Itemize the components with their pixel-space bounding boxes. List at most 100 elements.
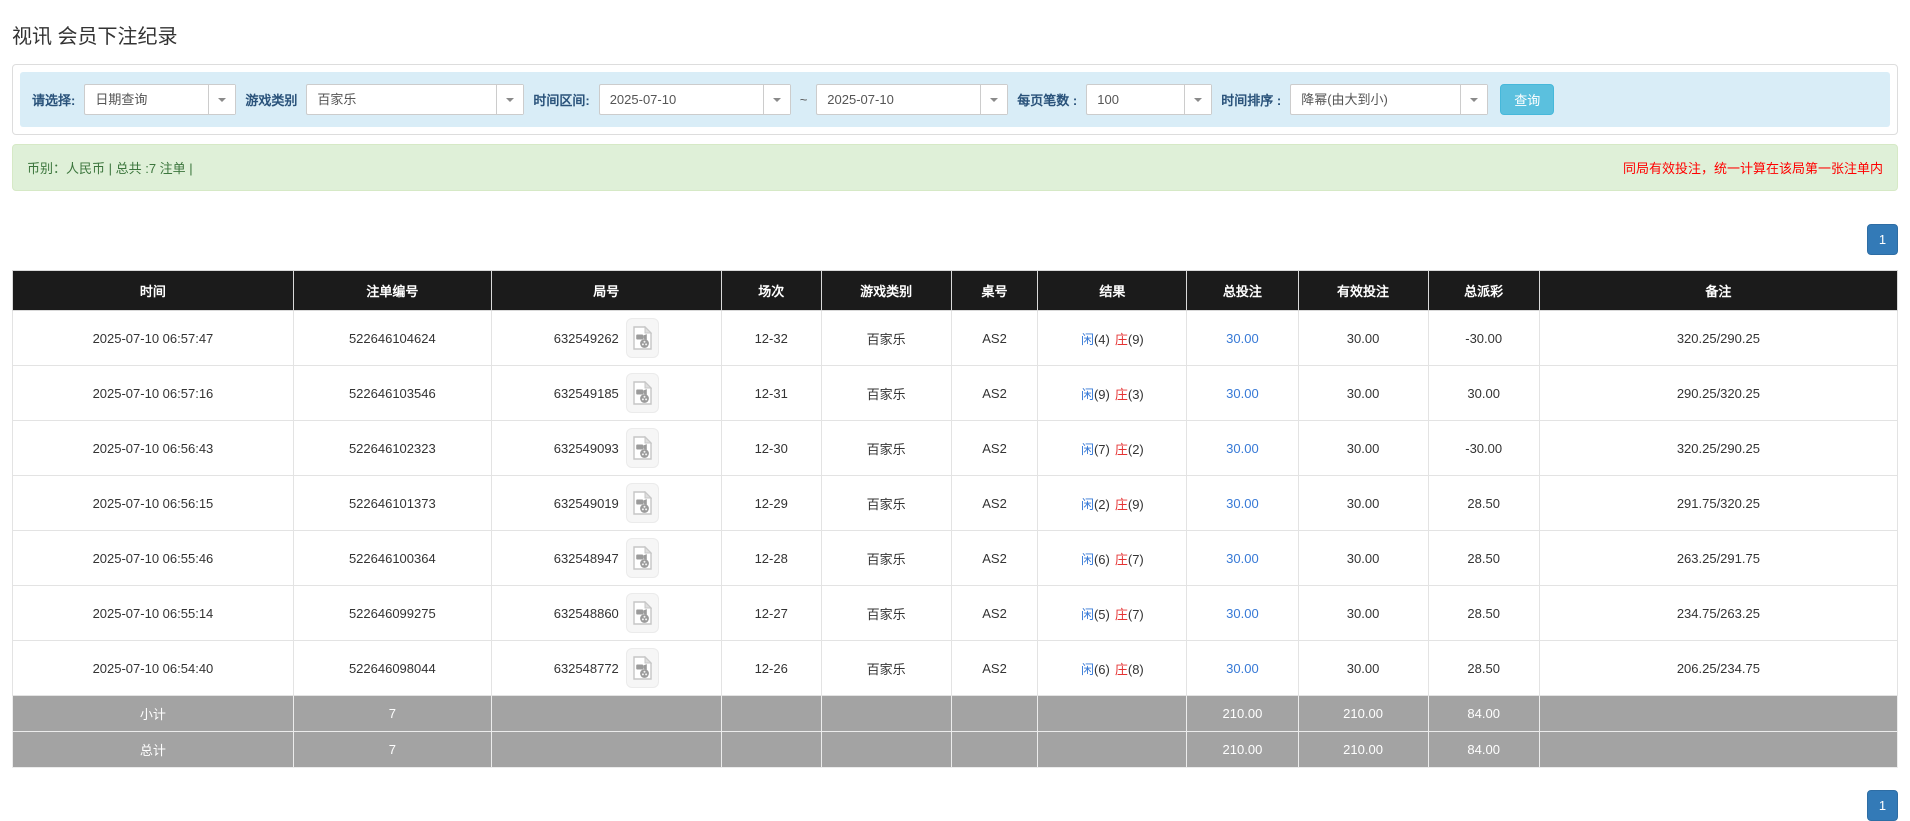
summary-empty <box>491 696 721 732</box>
page-button-1[interactable]: 1 <box>1867 790 1898 821</box>
cell-bet-id: 522646104624 <box>293 311 491 366</box>
header-table-no: 桌号 <box>951 271 1038 311</box>
result-banker-label: 庄 <box>1115 332 1128 347</box>
table-row: 2025-07-10 06:56:15 522646101373 6325490… <box>13 476 1898 531</box>
cell-table-no: AS2 <box>951 641 1038 696</box>
video-playback-button[interactable] <box>626 593 659 633</box>
cell-result: 闲(4)庄(9) <box>1038 311 1187 366</box>
time-order-select[interactable]: 降幂(由大到小) <box>1290 84 1488 115</box>
result-player-score: (2) <box>1094 497 1110 512</box>
table-row: 2025-07-10 06:55:46 522646100364 6325489… <box>13 531 1898 586</box>
cell-bet-id: 522646098044 <box>293 641 491 696</box>
total-bet-link[interactable]: 30.00 <box>1226 386 1259 401</box>
total-bet-link[interactable]: 30.00 <box>1226 606 1259 621</box>
cell-bet-id: 522646103546 <box>293 366 491 421</box>
total-bet-link[interactable]: 30.00 <box>1226 661 1259 676</box>
cell-result: 闲(5)庄(7) <box>1038 586 1187 641</box>
summary-row: 小计 7 210.00 210.00 84.00 <box>13 696 1898 732</box>
chevron-down-icon <box>1460 85 1487 114</box>
video-playback-button[interactable] <box>626 318 659 358</box>
chevron-down-icon <box>980 85 1007 114</box>
header-remark: 备注 <box>1539 271 1897 311</box>
cell-total-bet: 30.00 <box>1187 421 1298 476</box>
search-button[interactable]: 查询 <box>1500 84 1554 115</box>
result-banker-score: (7) <box>1128 552 1144 567</box>
page-button-1[interactable]: 1 <box>1867 224 1898 255</box>
cell-total-bet: 30.00 <box>1187 366 1298 421</box>
summary-total-bet: 210.00 <box>1187 696 1298 732</box>
summary-row-label: 小计 <box>13 696 294 732</box>
cell-payout: 28.50 <box>1428 531 1539 586</box>
game-type-select[interactable]: 百家乐 <box>306 84 524 115</box>
cell-payout: -30.00 <box>1428 421 1539 476</box>
cell-time: 2025-07-10 06:55:46 <box>13 531 294 586</box>
video-playback-button[interactable] <box>626 373 659 413</box>
cell-valid-bet: 30.00 <box>1298 311 1428 366</box>
query-mode-select[interactable]: 日期查询 <box>84 84 236 115</box>
summary-payout: 84.00 <box>1428 696 1539 732</box>
round-number: 632549093 <box>554 441 619 456</box>
chevron-down-icon <box>1184 85 1211 114</box>
cell-table-no: AS2 <box>951 586 1038 641</box>
date-to-select[interactable]: 2025-07-10 <box>816 84 1008 115</box>
cell-total-bet: 30.00 <box>1187 586 1298 641</box>
cell-valid-bet: 30.00 <box>1298 641 1428 696</box>
result-banker-label: 庄 <box>1115 552 1128 567</box>
table-row: 2025-07-10 06:54:40 522646098044 6325487… <box>13 641 1898 696</box>
cell-round-no: 632548772 <box>491 641 721 696</box>
total-bet-link[interactable]: 30.00 <box>1226 496 1259 511</box>
game-type-value: 百家乐 <box>307 85 496 114</box>
video-playback-button[interactable] <box>626 648 659 688</box>
cell-session: 12-27 <box>721 586 821 641</box>
time-range-label: 时间区间: <box>533 90 589 109</box>
table-row: 2025-07-10 06:55:14 522646099275 6325488… <box>13 586 1898 641</box>
cell-valid-bet: 30.00 <box>1298 476 1428 531</box>
result-banker-score: (3) <box>1128 387 1144 402</box>
game-type-label: 游戏类别 <box>245 90 297 109</box>
header-time: 时间 <box>13 271 294 311</box>
film-document-icon <box>633 546 652 570</box>
summary-empty <box>951 732 1038 768</box>
total-bet-link[interactable]: 30.00 <box>1226 551 1259 566</box>
summary-empty <box>1038 732 1187 768</box>
currency-summary-text: 币别：人民币 | 总共 :7 注单 | <box>27 158 193 177</box>
total-bet-link[interactable]: 30.00 <box>1226 441 1259 456</box>
cell-total-bet: 30.00 <box>1187 531 1298 586</box>
filter-panel: 请选择: 日期查询 游戏类别 百家乐 时间区间: 2025-07-10 ~ 20… <box>12 64 1898 135</box>
page-size-label: 每页笔数 : <box>1017 90 1077 109</box>
total-bet-link[interactable]: 30.00 <box>1226 331 1259 346</box>
cell-remark: 263.25/291.75 <box>1539 531 1897 586</box>
date-from-select[interactable]: 2025-07-10 <box>599 84 791 115</box>
round-number: 632548772 <box>554 661 619 676</box>
cell-bet-id: 522646100364 <box>293 531 491 586</box>
film-document-icon <box>633 601 652 625</box>
video-playback-button[interactable] <box>626 538 659 578</box>
result-player-label: 闲 <box>1081 662 1094 677</box>
cell-session: 12-26 <box>721 641 821 696</box>
video-playback-button[interactable] <box>626 428 659 468</box>
header-session: 场次 <box>721 271 821 311</box>
date-to-value: 2025-07-10 <box>817 85 980 114</box>
notice-text: 同局有效投注，统一计算在该局第一张注单内 <box>1623 158 1883 177</box>
cell-total-bet: 30.00 <box>1187 641 1298 696</box>
cell-round-no: 632549093 <box>491 421 721 476</box>
cell-round-no: 632549262 <box>491 311 721 366</box>
table-row: 2025-07-10 06:57:16 522646103546 6325491… <box>13 366 1898 421</box>
cell-round-no: 632549019 <box>491 476 721 531</box>
round-number: 632549019 <box>554 496 619 511</box>
summary-empty <box>821 732 951 768</box>
video-playback-button[interactable] <box>626 483 659 523</box>
result-player-label: 闲 <box>1081 387 1094 402</box>
cell-game-type: 百家乐 <box>821 311 951 366</box>
round-number: 632549185 <box>554 386 619 401</box>
page-size-select[interactable]: 100 <box>1086 84 1212 115</box>
summary-valid-bet: 210.00 <box>1298 732 1428 768</box>
page-title: 视讯 会员下注纪录 <box>12 20 1898 49</box>
header-game-type: 游戏类别 <box>821 271 951 311</box>
film-document-icon <box>633 326 652 350</box>
result-banker-label: 庄 <box>1115 442 1128 457</box>
cell-time: 2025-07-10 06:56:15 <box>13 476 294 531</box>
cell-session: 12-31 <box>721 366 821 421</box>
cell-bet-id: 522646102323 <box>293 421 491 476</box>
result-banker-label: 庄 <box>1115 662 1128 677</box>
